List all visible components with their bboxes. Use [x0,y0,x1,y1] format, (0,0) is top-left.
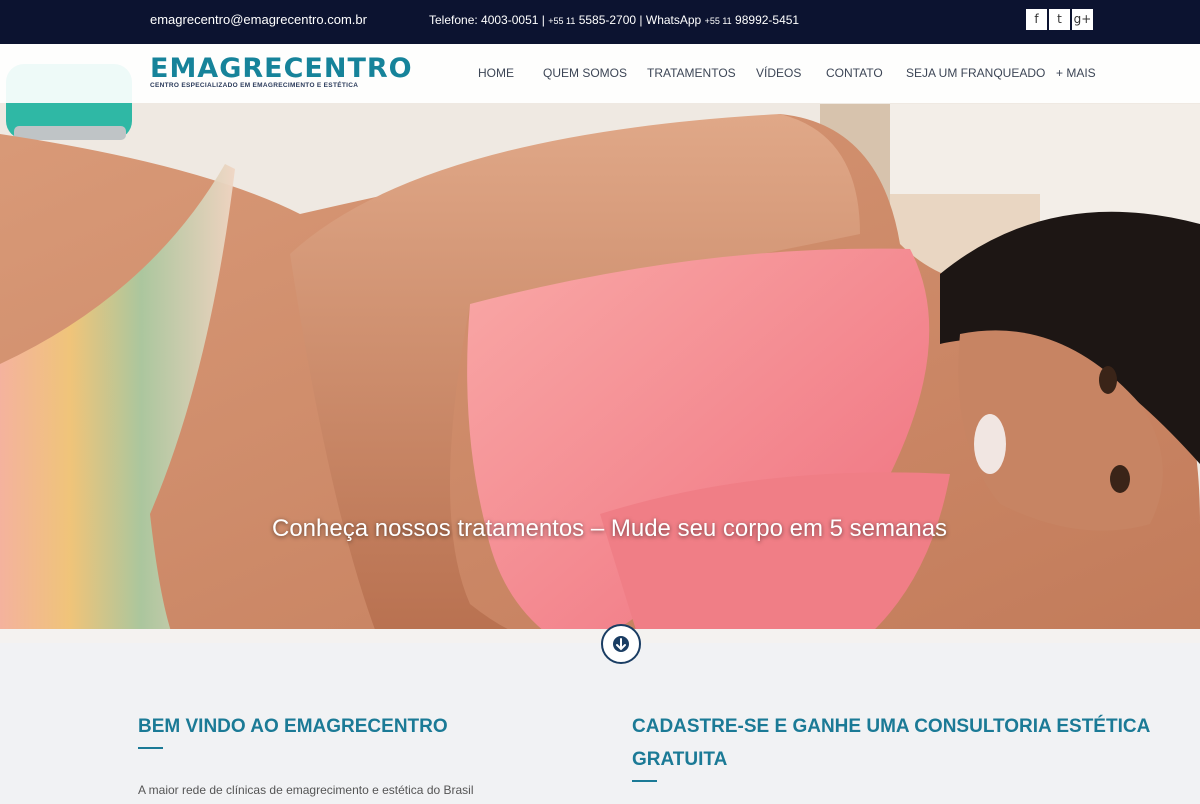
phone2-number: 5585-2700 | [578,13,643,27]
contact-email-link[interactable]: emagrecentro@emagrecentro.com.br [150,12,367,27]
twitter-icon[interactable]: t [1049,9,1070,30]
signup-title-rule [632,780,657,782]
top-bar: emagrecentro@emagrecentro.com.br Telefon… [0,0,1200,44]
nav-contato[interactable]: CONTATO [826,66,883,80]
phone2-prefix: +55 11 [548,16,576,26]
hero-photo [0,44,1200,643]
site-logo[interactable]: EMAGRECENTRO [150,53,413,84]
nav-videos[interactable]: VÍDEOS [756,66,801,80]
nav-seja-franqueado[interactable]: SEJA UM FRANQUEADO [906,66,1045,80]
google-plus-icon[interactable]: g+ [1072,9,1093,30]
welcome-text: A maior rede de clínicas de emagreciment… [138,783,474,797]
facebook-icon[interactable]: f [1026,9,1047,30]
hero-caption[interactable]: Conheça nossos tratamentos – Mude seu co… [272,515,947,543]
arrow-down-icon [613,636,629,652]
whatsapp-number: 98992-5451 [735,13,800,27]
welcome-title-rule [138,747,163,749]
nav-quem-somos[interactable]: QUEM SOMOS [543,66,627,80]
whatsapp-label: WhatsApp [645,13,702,27]
whatsapp-prefix: +55 11 [704,16,732,26]
nav-tratamentos[interactable]: TRATAMENTOS [647,66,736,80]
hero-slider [0,44,1200,643]
welcome-title: BEM VINDO AO EMAGRECENTRO [138,716,448,737]
phone-label: Telefone: 4003-0051 | [429,13,545,27]
nav-home[interactable]: HOME [478,66,514,80]
logo-tagline: CENTRO ESPECIALIZADO EM EMAGRECIMENTO E … [150,82,359,89]
signup-title-line2: GRATUITA [632,749,728,770]
contact-phones: Telefone: 4003-0051 | +55 11 5585-2700 |… [429,13,799,27]
signup-title-line1: CADASTRE-SE E GANHE UMA CONSULTORIA ESTÉ… [632,716,1151,737]
nav-mais[interactable]: + MAIS [1056,66,1096,80]
scroll-down-button[interactable] [601,624,641,664]
